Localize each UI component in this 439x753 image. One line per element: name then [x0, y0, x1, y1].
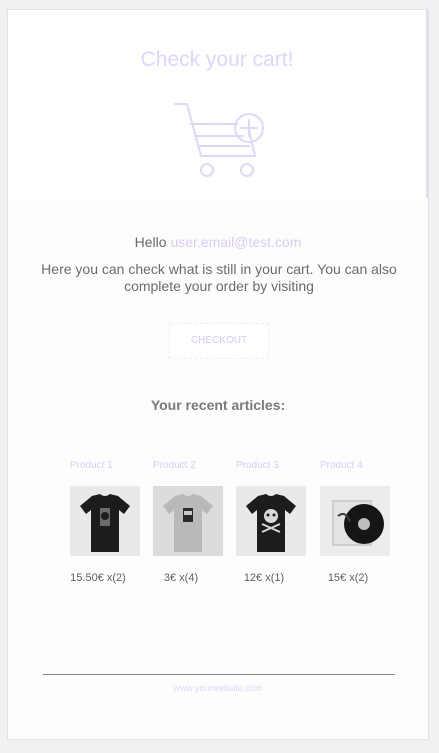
product-price: 15€ x(2)	[327, 572, 369, 584]
product-price: 12€ x(1)	[243, 572, 285, 584]
recent-articles-heading: Your recent articles:	[150, 397, 286, 413]
black-tshirt-crossbones-icon	[246, 494, 296, 552]
product-image[interactable]	[320, 486, 390, 556]
vinyl-record-icon	[332, 500, 384, 546]
footer-divider	[43, 674, 395, 675]
greeting: Hello user.email@test.com	[8, 234, 428, 250]
shopping-cart-icon	[174, 103, 264, 177]
email-header: Check your cart!	[8, 10, 428, 198]
recipient-email[interactable]: user.email@test.com	[170, 234, 301, 250]
product-image[interactable]	[236, 486, 306, 556]
email-title: Check your cart!	[140, 48, 294, 71]
product-price: 3€ x(4)	[163, 572, 199, 584]
product-card: Product 4 15€ x(2)	[312, 456, 390, 584]
product-image[interactable]	[153, 486, 223, 556]
greeting-prefix: Hello	[134, 234, 167, 250]
black-tshirt-skull-icon	[80, 494, 130, 552]
product-card: Product 2 3€ x(4)	[145, 456, 223, 584]
website-link[interactable]: www.yourwebsite.com	[8, 683, 428, 693]
product-image[interactable]	[70, 486, 140, 556]
product-price: 15.50€ x(2)	[70, 572, 126, 584]
cart-description: Here you can check what is still in your…	[41, 261, 397, 294]
product-card: Product 3 12€ x(1)	[228, 456, 306, 584]
grey-tshirt-icon	[163, 494, 213, 552]
email-card: Check your cart! Hello user.email@test.c…	[7, 9, 429, 740]
product-name-link[interactable]: Product 4	[320, 456, 384, 476]
product-name-link[interactable]: Product 1	[70, 456, 134, 476]
checkout-button[interactable]: CHECKOUT	[169, 323, 269, 359]
product-name-link[interactable]: Product 2	[153, 456, 217, 476]
product-name-link[interactable]: Product 3	[236, 456, 300, 476]
product-card: Product 1 15.50€ x(2)	[62, 456, 140, 584]
product-grid: Product 1 15.50€ x(2) Product 2 3€ x(4)	[62, 456, 402, 596]
